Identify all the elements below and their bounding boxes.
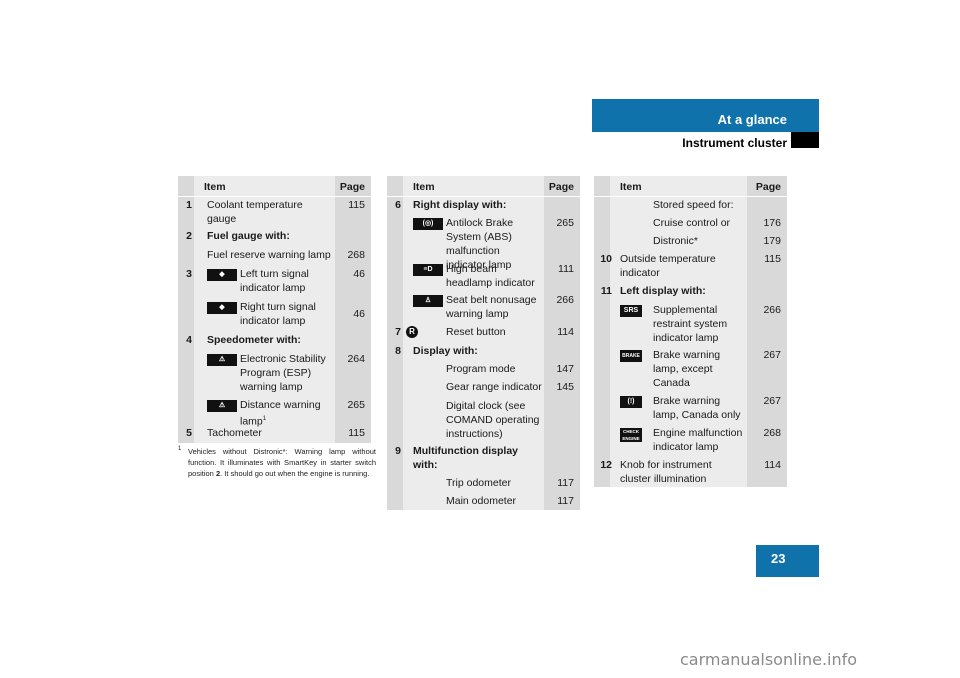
left-turn-signal-icon: ◆	[207, 269, 237, 281]
table-header: Item Page	[413, 181, 574, 193]
check-engine-icon: CHECK ENGINE	[620, 428, 642, 442]
srs-icon: SRS	[620, 305, 642, 317]
distance-warning-icon: ⚠	[207, 400, 237, 412]
reset-button-icon: R	[406, 326, 418, 338]
items-table-1: Item Page 1 Coolant temperature gauge 11…	[178, 176, 371, 443]
header-page: Page	[339, 181, 365, 193]
section-marker	[791, 132, 819, 148]
section-title: At a glance	[717, 112, 787, 127]
watermark: carmanualsonline.info	[680, 650, 858, 669]
high-beam-icon: ≡D	[413, 264, 443, 276]
brake-warning-canada-icon: (!)	[620, 396, 642, 408]
footnote: 1 Vehicles without Distronic*: Warning l…	[178, 446, 376, 478]
table-header: Item Page	[178, 176, 371, 196]
footnote-marker: 1	[178, 446, 182, 452]
abs-malfunction-icon: (◎)	[413, 218, 443, 230]
right-turn-signal-icon: ◆	[207, 302, 237, 314]
header-item: Item	[204, 181, 226, 193]
seat-belt-icon: ♙	[413, 295, 443, 307]
esp-warning-icon: ⚠	[207, 354, 237, 366]
section-header: At a glance	[592, 99, 819, 132]
items-table-2: Item Page 6 Right display with: (◎) Anti…	[387, 176, 580, 510]
subsection-header: Instrument cluster	[592, 132, 819, 152]
subsection-title: Instrument cluster	[682, 136, 787, 150]
page-number-box: 23	[756, 545, 819, 577]
table-header: Item Page	[620, 181, 781, 193]
brake-warning-icon: BRAKE	[620, 350, 642, 362]
page-number: 23	[771, 551, 786, 566]
items-table-3: Item Page Stored speed for: Cruise contr…	[594, 176, 787, 487]
